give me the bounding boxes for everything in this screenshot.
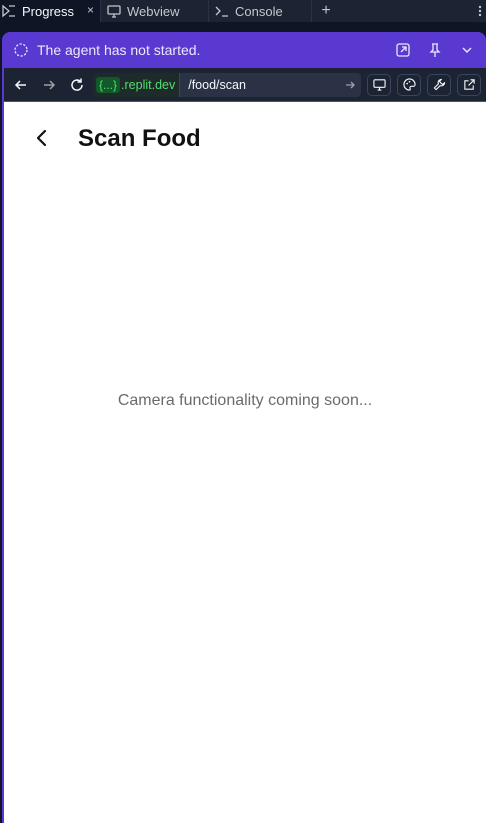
agent-status-bar: The agent has not started. bbox=[2, 32, 486, 68]
tab-label: Progress bbox=[22, 3, 75, 19]
chevron-down-icon[interactable] bbox=[458, 41, 476, 59]
tab-webview[interactable]: Webview bbox=[101, 0, 209, 22]
reload-icon[interactable] bbox=[63, 71, 91, 99]
url-host: .replit.dev bbox=[121, 77, 176, 92]
theme-palette-button[interactable] bbox=[397, 73, 421, 96]
app-page: Scan Food Camera functionality coming so… bbox=[4, 102, 486, 823]
agent-status-text: The agent has not started. bbox=[37, 42, 201, 58]
device-preview-button[interactable] bbox=[367, 73, 391, 96]
open-new-tab-button[interactable] bbox=[457, 73, 481, 96]
url-bar: {...} .replit.dev /food/scan bbox=[4, 68, 486, 101]
monitor-icon bbox=[107, 4, 121, 18]
wrench-icon bbox=[433, 78, 446, 91]
app-header: Scan Food bbox=[4, 102, 486, 178]
tab-console[interactable]: Console bbox=[209, 0, 312, 22]
progress-icon bbox=[2, 4, 16, 18]
page-title: Scan Food bbox=[78, 125, 201, 152]
tab-spacer bbox=[340, 0, 474, 22]
open-external-icon[interactable] bbox=[394, 41, 412, 59]
chevron-left-icon bbox=[35, 129, 49, 147]
url-path[interactable]: /food/scan bbox=[180, 78, 339, 92]
close-icon[interactable]: × bbox=[87, 3, 94, 17]
back-arrow-icon[interactable] bbox=[7, 71, 35, 99]
external-link-icon bbox=[463, 78, 476, 91]
terminal-icon bbox=[215, 4, 229, 18]
add-tab-button[interactable]: + bbox=[312, 0, 340, 22]
url-field[interactable]: {...} .replit.dev /food/scan bbox=[93, 72, 361, 97]
back-button[interactable] bbox=[30, 124, 54, 152]
devtools-button[interactable] bbox=[427, 73, 451, 96]
more-options-icon[interactable] bbox=[474, 0, 486, 22]
tab-bar: Progress × Webview Console + bbox=[0, 0, 486, 22]
loading-circle-icon bbox=[14, 43, 28, 57]
pin-icon[interactable] bbox=[426, 41, 444, 59]
tab-label: Console bbox=[235, 3, 283, 19]
tab-label: Webview bbox=[127, 3, 180, 19]
forward-arrow-icon[interactable] bbox=[35, 71, 63, 99]
go-arrow-icon[interactable] bbox=[339, 79, 361, 91]
palette-icon bbox=[402, 78, 416, 91]
monitor-icon bbox=[372, 78, 386, 91]
url-domain: {...} .replit.dev bbox=[93, 72, 181, 97]
camera-placeholder-message: Camera functionality coming soon... bbox=[117, 392, 373, 409]
url-badge: {...} bbox=[96, 76, 121, 93]
tab-progress[interactable]: Progress × bbox=[0, 0, 101, 22]
